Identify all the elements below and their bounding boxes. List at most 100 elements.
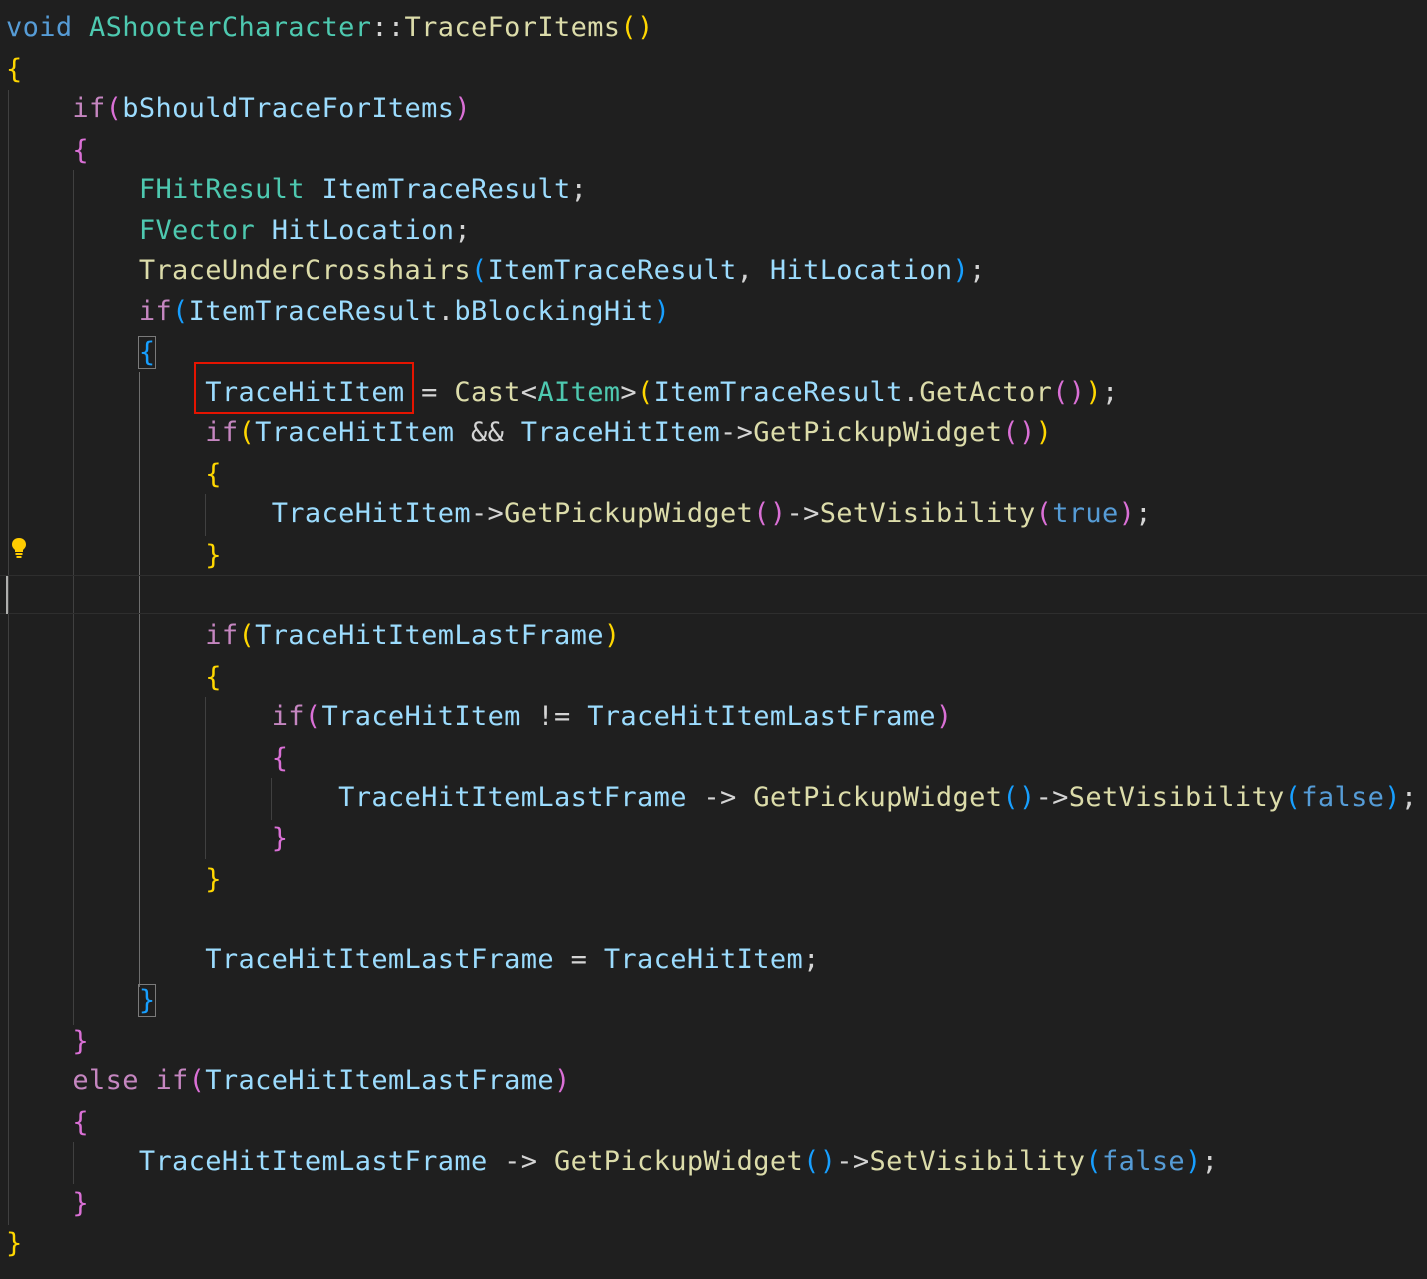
- code-line[interactable]: FHitResult ItemTraceResult;: [6, 170, 587, 210]
- token-paren: ): [1384, 782, 1401, 813]
- code-line[interactable]: {: [6, 739, 288, 779]
- token-brace: }: [271, 823, 289, 854]
- current-line-border-bottom: [0, 613, 1427, 614]
- token-paren: ): [1035, 417, 1053, 448]
- code-line[interactable]: else if(TraceHitItemLastFrame): [6, 1061, 571, 1101]
- token-dot: .: [437, 296, 455, 327]
- token-brace-matched: }: [137, 984, 157, 1017]
- token-bool: false: [1301, 782, 1385, 813]
- code-line[interactable]: }: [6, 819, 288, 859]
- token-arrow: ->: [720, 417, 754, 448]
- token-paren: ): [1018, 782, 1036, 813]
- token-if: if: [155, 1065, 189, 1096]
- token-brace: {: [205, 662, 222, 693]
- code-line[interactable]: }: [6, 860, 222, 900]
- code-line[interactable]: if(bShouldTraceForItems): [6, 89, 471, 129]
- token-brace: }: [72, 1026, 90, 1057]
- code-line[interactable]: if(TraceHitItem && TraceHitItem->GetPick…: [6, 413, 1052, 453]
- token-semicolon: ;: [1135, 498, 1152, 529]
- token-variable: TraceHitItem: [520, 417, 721, 448]
- token-paren: ): [1068, 377, 1086, 408]
- code-line[interactable]: {: [6, 1103, 89, 1143]
- annotation-highlight-box: [194, 362, 414, 414]
- token-semicolon: ;: [1201, 1146, 1219, 1177]
- code-line[interactable]: }: [6, 1224, 23, 1264]
- code-line[interactable]: FVector HitLocation;: [6, 211, 471, 251]
- token-paren: (: [238, 620, 256, 651]
- token-paren: (: [1002, 417, 1019, 448]
- token-paren: ): [454, 93, 471, 124]
- token-comma: ,: [736, 255, 770, 286]
- token-function: TraceUnderCrosshairs: [138, 255, 471, 286]
- token-brace: }: [6, 1228, 23, 1259]
- code-line[interactable]: {: [6, 131, 89, 171]
- code-line[interactable]: TraceHitItemLastFrame -> GetPickupWidget…: [6, 1142, 1218, 1182]
- code-line[interactable]: TraceUnderCrosshairs(ItemTraceResult, Hi…: [6, 251, 986, 291]
- code-editor[interactable]: void AShooterCharacter::TraceForItems() …: [0, 0, 1427, 1279]
- code-line[interactable]: {: [6, 333, 157, 373]
- token-paren: (: [304, 701, 322, 732]
- token-paren: ): [1018, 417, 1036, 448]
- code-line[interactable]: }: [6, 1184, 89, 1224]
- lightbulb-icon[interactable]: [10, 536, 28, 560]
- token-if: if: [205, 417, 239, 448]
- token-function: GetPickupWidget: [553, 1146, 804, 1177]
- token-paren: ): [819, 1146, 837, 1177]
- token-function: GetPickupWidget: [753, 417, 1003, 448]
- token-brace: {: [205, 459, 222, 490]
- token-paren: ): [554, 1065, 571, 1096]
- token-paren: ): [653, 296, 671, 327]
- code-line[interactable]: }: [6, 536, 222, 576]
- code-line[interactable]: TraceHitItem->GetPickupWidget()->SetVisi…: [6, 494, 1152, 534]
- token-semicolon: ;: [1102, 377, 1119, 408]
- token-if: if: [138, 296, 173, 327]
- code-line[interactable]: {: [6, 658, 222, 698]
- token-variable: TraceHitItem: [255, 417, 455, 448]
- token-type: AItem: [537, 377, 621, 408]
- token-member: bBlockingHit: [454, 296, 654, 327]
- token-variable: TraceHitItemLastFrame: [338, 782, 687, 813]
- token-angle: <: [520, 377, 538, 408]
- code-line[interactable]: TraceHitItemLastFrame = TraceHitItem;: [6, 940, 820, 980]
- code-line[interactable]: if(TraceHitItem != TraceHitItemLastFrame…: [6, 697, 953, 737]
- token-arrow: ->: [470, 498, 505, 529]
- code-line[interactable]: }: [6, 1022, 89, 1062]
- token-paren: (: [1052, 377, 1069, 408]
- token-paren: (: [1035, 498, 1053, 529]
- token-variable: TraceHitItem: [603, 944, 804, 975]
- code-line[interactable]: TraceHitItem = Cast<AItem>(ItemTraceResu…: [6, 373, 1119, 413]
- token-else: else: [72, 1065, 139, 1096]
- token-paren: ): [1085, 377, 1103, 408]
- token-arrow: ->: [1035, 782, 1069, 813]
- code-line[interactable]: void AShooterCharacter::TraceForItems(): [6, 8, 654, 48]
- token-semicolon: ;: [969, 255, 986, 286]
- code-line[interactable]: {: [6, 455, 222, 495]
- token-if: if: [205, 620, 239, 651]
- token-and: &&: [454, 417, 521, 448]
- code-line[interactable]: }: [6, 981, 157, 1021]
- token-arrow: ->: [786, 498, 820, 529]
- token-paren: (: [620, 12, 638, 43]
- code-line[interactable]: if(ItemTraceResult.bBlockingHit): [6, 292, 670, 332]
- code-line[interactable]: {: [6, 50, 23, 90]
- code-line[interactable]: TraceHitItemLastFrame -> GetPickupWidget…: [6, 778, 1418, 818]
- code-line[interactable]: if(TraceHitItemLastFrame): [6, 616, 620, 656]
- token-brace: }: [72, 1188, 90, 1219]
